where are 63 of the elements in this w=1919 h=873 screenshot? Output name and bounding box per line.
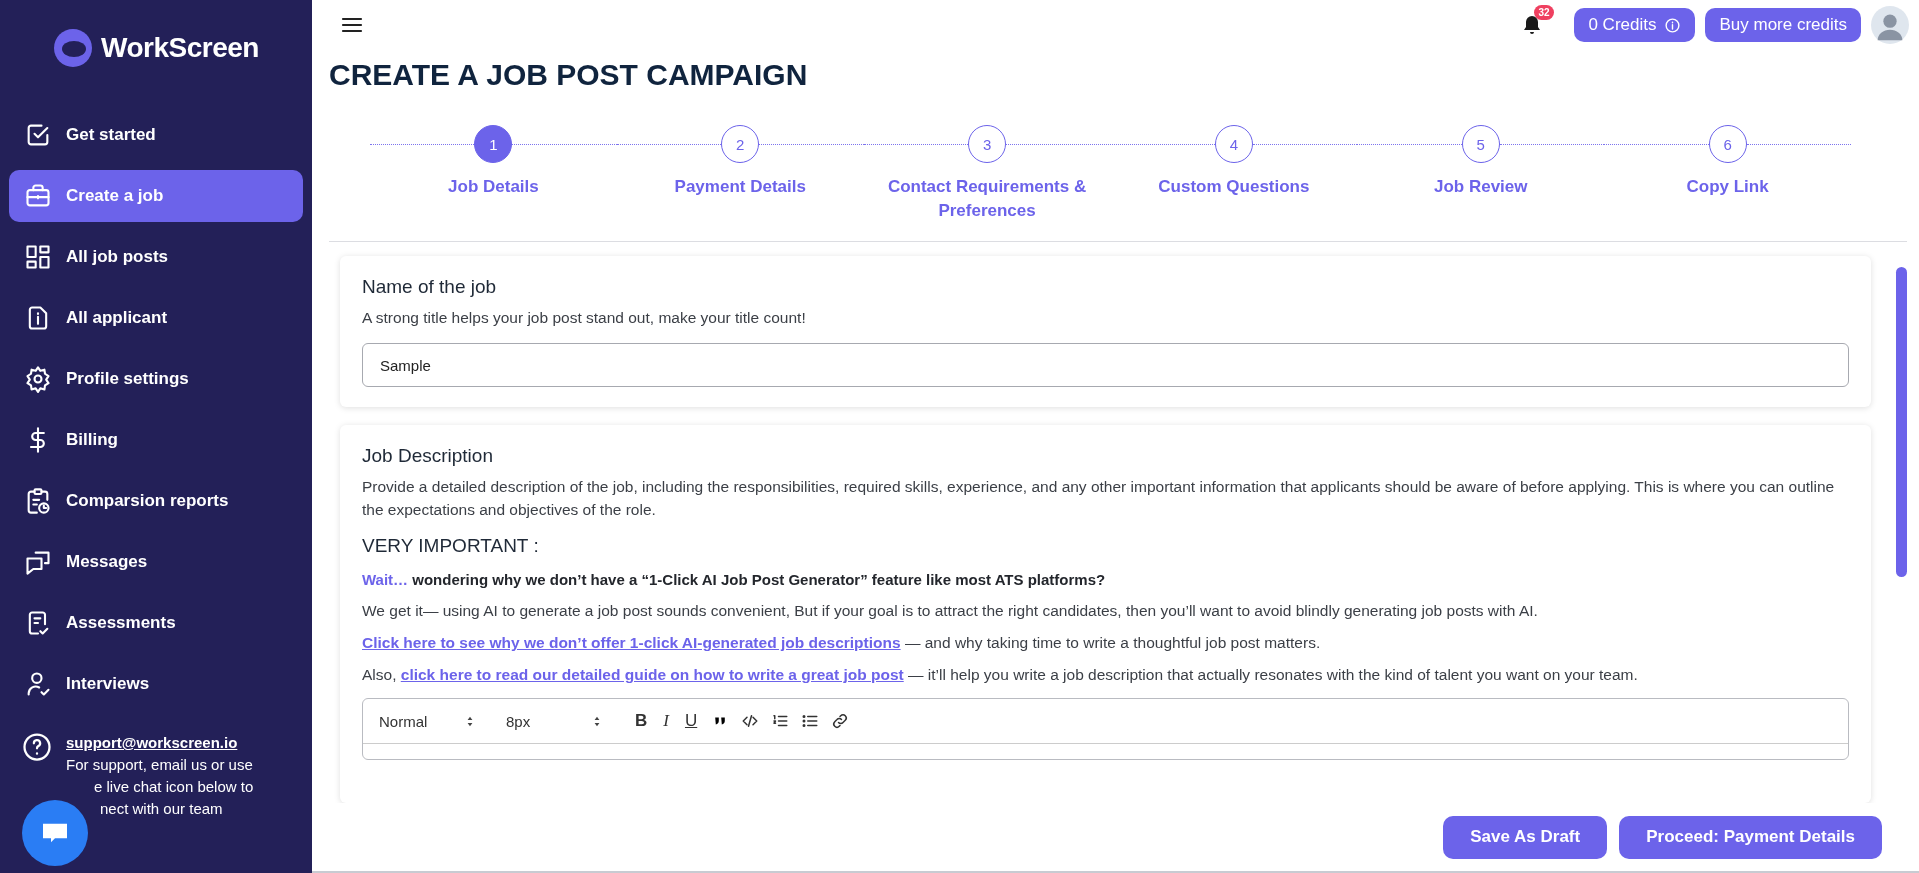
sidebar-item[interactable]: Comparsion reports xyxy=(9,475,303,527)
sort-arrows-icon xyxy=(593,714,601,728)
job-name-field[interactable]: Sample xyxy=(362,343,1849,387)
bullet-list-icon[interactable] xyxy=(801,712,820,730)
support-text: For support, email us or use xyxy=(66,755,254,775)
sidebar-item[interactable]: Billing xyxy=(9,414,303,466)
sidebar-item[interactable]: Create a job xyxy=(9,170,303,222)
step-number[interactable]: 6 xyxy=(1708,125,1747,163)
sidebar-item[interactable]: Assessments xyxy=(9,597,303,649)
step-label[interactable]: Payment Details xyxy=(674,175,806,199)
page-title: CREATE A JOB POST CAMPAIGN xyxy=(328,57,809,93)
step-number[interactable]: 1 xyxy=(474,125,513,163)
sidebar-item[interactable]: All applicant xyxy=(9,292,303,344)
section-heading: Job Description xyxy=(362,445,494,467)
sidebar-item[interactable]: Get started xyxy=(9,109,303,161)
step-label[interactable]: Job Details xyxy=(448,175,539,199)
support-email-link[interactable]: support@workscreen.io xyxy=(66,732,254,754)
section-heading: Name of the job xyxy=(362,276,498,298)
step-number[interactable]: 5 xyxy=(1461,125,1500,163)
logo-icon xyxy=(53,28,94,68)
sidebar-item[interactable]: All job posts xyxy=(9,231,303,283)
section-hint: A strong title helps your job post stand out, make your title count! xyxy=(362,308,807,328)
sidebar-item[interactable]: Profile settings xyxy=(9,353,303,405)
step-label[interactable]: Copy Link xyxy=(1686,175,1769,199)
important-heading: VERY IMPORTANT : xyxy=(362,535,540,557)
credits-button[interactable]: 0 Credits xyxy=(1574,8,1696,42)
avatar[interactable] xyxy=(1871,6,1909,44)
link[interactable]: click here to read our detailed guide on how to write a great job post xyxy=(400,666,904,683)
step-label[interactable]: Job Review xyxy=(1433,175,1528,199)
step-number[interactable]: 4 xyxy=(1214,125,1253,163)
underline-button[interactable]: U xyxy=(682,711,700,731)
toolbar-select[interactable]: 8px xyxy=(506,712,601,730)
proceed-button[interactable]: Proceed: Payment Details xyxy=(1619,815,1882,859)
paragraph: We get it— using AI to generate a job post sounds convenient, But if your goal is to attract the right candidates, then you’ll want to avoid blindly generating job posts with AI. xyxy=(362,602,1539,620)
support-text: nect with our team xyxy=(99,799,224,819)
bold-button[interactable]: B xyxy=(633,711,650,731)
step-number[interactable]: 3 xyxy=(968,125,1007,163)
buy-credits-button[interactable]: Buy more credits xyxy=(1705,8,1861,42)
sidebar-item[interactable]: Messages xyxy=(9,536,303,588)
sort-arrows-icon xyxy=(466,714,474,728)
info-icon xyxy=(1664,16,1682,34)
link[interactable]: Click here to see why we don’t offer 1-click AI-generated job descriptions xyxy=(362,634,901,651)
step-label[interactable]: Contact Requirements & Preferences xyxy=(872,175,1103,223)
toolbar-select[interactable]: Normal xyxy=(379,712,474,730)
sidebar-item[interactable]: Interviews xyxy=(9,658,303,710)
step-label[interactable]: Custom Questions xyxy=(1158,175,1310,199)
save-draft-button[interactable]: Save As Draft xyxy=(1443,815,1608,859)
section-hint: Provide a detailed description of the job, including the responsibilities, required skills, experience, and any other important information that applicants should be aware of before applying. This is where you can outline the expectations and objectives of the role. xyxy=(362,477,1836,520)
settings-icon xyxy=(24,365,52,393)
support-text: e live chat icon below to xyxy=(93,777,254,797)
code-icon[interactable] xyxy=(741,712,760,730)
paragraph: Also, click here to read our detailed guide on how to write a great job post — it’ll help you write a job description that actually resonates with the kind of talent you want on your team. xyxy=(362,666,1639,684)
paragraph: Click here to see why we don’t offer 1-click AI-generated job descriptions — and why taking time to write a thoughtful job post matters. xyxy=(362,634,1322,652)
question-text: Wait… wondering why we don’t have a “1-Click AI Job Post Generator” feature like most ATS platforms? xyxy=(362,571,1107,588)
link-icon[interactable] xyxy=(831,712,850,730)
help-icon xyxy=(22,732,52,762)
brand-name: WorkScreen xyxy=(101,32,259,64)
step-number[interactable]: 2 xyxy=(721,125,760,163)
italic-button[interactable]: I xyxy=(661,711,671,731)
editor-box[interactable]: Normal 8px B I U xyxy=(362,698,1849,760)
grid-icon xyxy=(24,243,52,271)
scrollbar-thumb[interactable] xyxy=(1896,267,1907,577)
notification-count: 32 xyxy=(1534,5,1554,20)
